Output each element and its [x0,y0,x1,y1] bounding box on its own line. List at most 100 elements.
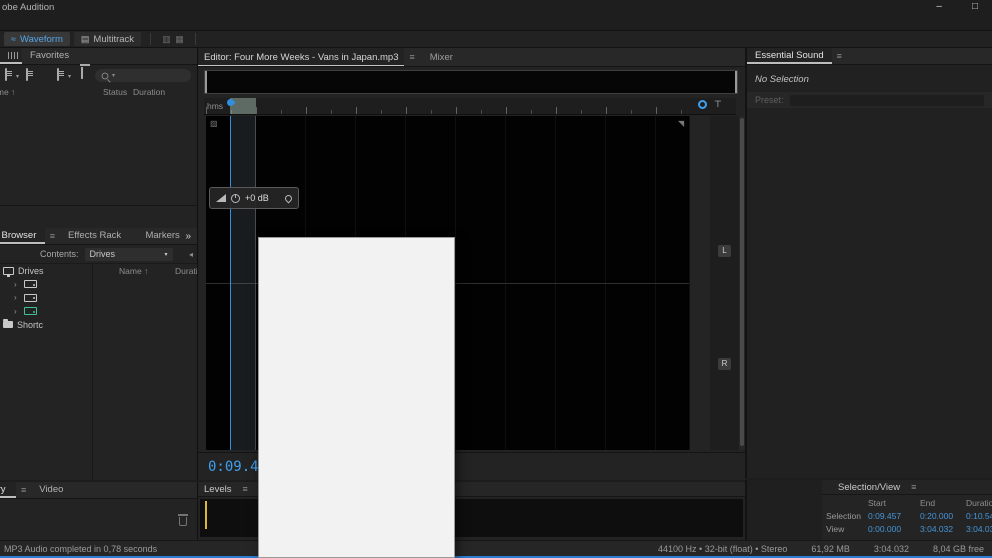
status-duration: 3:04.032 [873,544,909,554]
tab-essential-sound[interactable]: Essential Sound [747,48,832,64]
tree-item-drives[interactable]: Drives [0,264,92,278]
drive-icon [24,293,37,302]
timeline-ruler[interactable]: hms [204,97,736,115]
media-column-headers: Name ↑ Duration [95,264,197,277]
panel-overflow-icon[interactable]: » [185,231,191,242]
gain-value: +0 dB [245,193,269,203]
headphone-icon[interactable] [698,100,707,109]
tab-history[interactable]: History [0,482,16,498]
files-tab-icon [8,52,19,59]
overview-canvas[interactable] [207,71,737,93]
gain-hud[interactable]: +0 dB [209,187,299,209]
tree-item-drive[interactable]: › [0,291,92,305]
search-icon [101,72,109,79]
left-channel-badge[interactable]: L [718,245,731,257]
tree-item-drive[interactable]: › [0,278,92,292]
tab-mixer[interactable]: Mixer [420,52,463,63]
tab-favorites[interactable]: Favorites [22,48,77,64]
open-file-icon[interactable] [26,68,28,81]
column-status[interactable]: Status [103,87,127,97]
db-scale[interactable] [689,116,710,450]
selection-row-label: Selection [826,511,861,521]
tab-media-browser[interactable]: Media Browser [0,228,45,244]
corner-resize-icon[interactable]: ◥ [678,119,684,128]
minimize-button[interactable]: – [936,1,942,12]
playhead-line[interactable] [230,116,231,450]
tree-item-shortcuts[interactable]: Shortcuts [0,318,92,332]
caret-icon: ▾ [112,73,116,79]
multitrack-button[interactable]: ▤ Multitrack [73,32,142,46]
contents-label: Contents: [40,249,79,259]
preset-label: Preset: [755,95,784,105]
selection-view-title: Selection/View [838,481,901,493]
adobe-audition-window: obe Audition – □ ≈ Waveform ▤ Multitrack… [0,0,992,558]
trash-icon[interactable] [178,514,188,526]
tab-markers[interactable]: Markers [137,228,185,244]
column-name[interactable]: Name ↑ [119,266,148,276]
column-name[interactable]: Name ↑ [0,87,15,97]
essential-sound-panel: Essential Sound ≡ No Selection Preset: [745,48,992,478]
view-end-value[interactable]: 3:04.032 [920,524,953,534]
waveform-icon: ≈ [11,34,16,44]
selection-duration-value[interactable]: 0:10.543 [966,511,992,521]
titlebar: obe Audition – □ [0,0,992,15]
panel-menu-icon[interactable]: ≡ [837,51,842,61]
new-file-icon[interactable] [5,68,7,81]
files-panel: Favorites ▾ ▾ ▾ Name ↑ Status Duration [0,48,197,205]
drives-tree: Drives › › › Shortcuts [0,264,93,480]
computer-icon [3,266,14,277]
waveform-selection[interactable] [230,116,256,450]
caret-icon: ▾ [16,74,20,80]
preset-row: Preset: [747,92,992,108]
pitch-display-icon[interactable]: ▦ [173,32,186,46]
contents-dropdown[interactable]: Drives ▾ [84,247,173,261]
panel-menu-icon[interactable]: ≡ [21,485,26,495]
channel-badge-column: L R [710,116,739,450]
status-message: MP3 Audio completed in 0,78 seconds [4,544,158,554]
maximize-button[interactable]: □ [972,1,978,12]
files-toolbar: ▾ ▾ ▾ [0,65,197,86]
toolbar: ≈ Waveform ▤ Multitrack ▥ ▦ [0,30,992,48]
view-start-value[interactable]: 0:00.000 [868,524,901,534]
selection-end-value[interactable]: 0:20.000 [920,511,953,521]
tab-effects-rack[interactable]: Effects Rack [60,228,126,244]
column-duration[interactable]: Duration [133,87,165,97]
panel-menu-icon[interactable]: ≡ [911,482,916,492]
status-file-size: 61,92 MB [811,544,850,554]
import-file-icon[interactable] [57,68,59,81]
multitrack-label: Multitrack [93,33,135,45]
tab-editor[interactable]: Editor: Four More Weeks - Vans in Japan.… [198,48,405,66]
anchor-icon[interactable]: ⊤ [714,99,722,110]
gain-knob-icon[interactable] [231,193,240,203]
panel-filler [745,480,822,540]
tab-files[interactable] [0,48,22,64]
pin-icon[interactable] [283,193,294,203]
view-duration-value[interactable]: 3:04.032 [966,524,992,534]
drive-icon [24,280,37,289]
edit-context-menu [258,237,455,558]
tree-item-drive[interactable]: › [0,305,92,319]
column-duration[interactable]: Duration [175,266,197,276]
files-column-headers: Name ↑ Status Duration [0,86,197,98]
caret-icon: ▾ [164,251,168,258]
collapse-panel-icon[interactable]: ◂ [189,250,193,259]
panel-menu-icon[interactable]: ≡ [409,52,414,62]
selection-start-value[interactable]: 0:09.457 [868,511,901,521]
grid-icon[interactable]: ▨ [210,119,218,128]
tab-video[interactable]: Video [31,482,71,498]
waveform-overview[interactable] [204,70,738,94]
meter-zero-line [205,501,207,529]
trash-icon[interactable] [81,67,83,79]
panel-menu-icon[interactable]: ≡ [50,231,55,241]
spectral-display-icon[interactable]: ▥ [160,32,173,46]
right-channel-badge[interactable]: R [718,358,731,370]
panel-menu-icon[interactable]: ≡ [242,484,247,494]
column-start: Start [868,498,886,508]
preset-dropdown[interactable] [789,94,984,106]
files-search-input[interactable]: ▾ [95,69,191,82]
status-bar: MP3 Audio completed in 0,78 seconds 4410… [0,540,992,556]
waveform-button[interactable]: ≈ Waveform [4,32,70,46]
drive-icon [24,307,37,316]
toolbar-separator [195,33,197,45]
contents-row: Contents: Drives ▾ ◂ [0,245,197,264]
